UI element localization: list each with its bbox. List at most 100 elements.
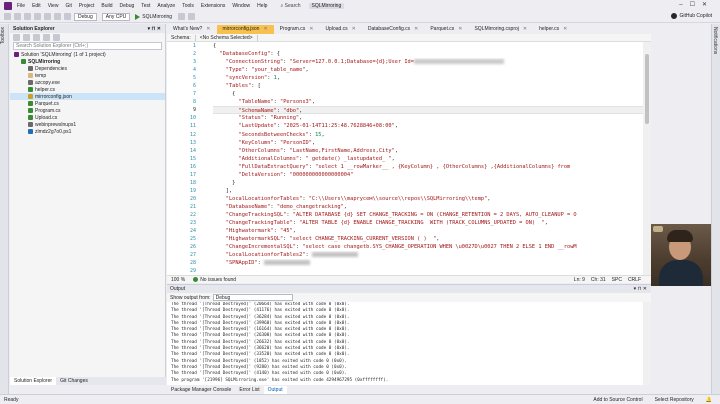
solution-search-input[interactable]: Search Solution Explorer (Ctrl+;) — [13, 42, 162, 50]
visual-studio-logo-icon[interactable] — [4, 1, 12, 10]
document-tab[interactable]: mirrorconfig.json ✕ — [216, 25, 274, 34]
toolbox-tab[interactable]: Toolbox — [0, 24, 6, 47]
save-all-icon[interactable] — [44, 13, 51, 20]
code-line[interactable]: "ChangeIncrementalSQL": "select case cha… — [213, 243, 643, 251]
github-copilot-button[interactable]: GitHub Copilot — [671, 13, 712, 19]
code-line[interactable]: ], — [213, 187, 643, 195]
bell-icon[interactable]: 🔔 — [706, 397, 712, 403]
code-line[interactable]: "HighwatermarkSQL": "select CHANGE_TRACK… — [213, 235, 643, 243]
code-editor[interactable]: 1 2 3 4 5 6 7 8 9 10 11 12 13 14 15 16 17 18 19 20 21 22 23 24 2… — [167, 42, 651, 275]
code-line[interactable]: "Status": "Running", — [213, 114, 643, 122]
editor-scroll-thumb[interactable] — [645, 54, 649, 124]
document-tab[interactable]: SQLMirroring.csproj ✕ — [468, 25, 533, 34]
output-source-dropdown[interactable]: Debug — [212, 294, 293, 301]
close-tab-icon[interactable]: ✕ — [458, 26, 462, 32]
code-line[interactable]: "AdditionalColumns": " getdate() _lastup… — [213, 155, 643, 163]
start-debug-button[interactable]: SQLMirroring — [135, 13, 172, 20]
close-tab-icon[interactable]: ✕ — [563, 26, 567, 32]
menu-item-view[interactable]: View — [48, 3, 59, 9]
code-line[interactable]: "KeyColumn": "PersonID", — [213, 139, 643, 147]
code-line[interactable]: { — [213, 90, 643, 98]
close-tab-icon[interactable]: ✕ — [352, 26, 356, 32]
code-line[interactable]: "Type": "your_table_name", — [213, 66, 643, 74]
editor-vertical-scrollbar[interactable] — [643, 42, 651, 275]
code-line[interactable]: "SPNAppID": — [213, 259, 643, 267]
tab-output[interactable]: Output — [263, 385, 287, 394]
platform-dropdown[interactable]: Any CPU — [101, 12, 131, 21]
tree-item[interactable]: helper.cs — [10, 86, 165, 93]
tree-item[interactable]: azcopy.exe — [10, 79, 165, 86]
home-icon[interactable] — [13, 33, 20, 41]
forward-icon[interactable] — [14, 13, 21, 20]
code-text[interactable]: { "DatabaseConfig": { "ConnectionString"… — [213, 42, 643, 275]
tree-item[interactable]: zlmdz2g7o0.ps1 — [10, 128, 165, 135]
document-tab[interactable]: helper.cs ✕ — [533, 25, 573, 34]
code-line[interactable]: "DatabaseName": "demo_changetracking", — [213, 203, 643, 211]
menu-item-window[interactable]: Window — [232, 3, 250, 9]
code-line[interactable]: "ChangeTrackingTable": "ALTER TABLE {d} … — [213, 219, 643, 227]
code-line[interactable]: "FullDataExtractQuery": "select 1 __rowM… — [213, 163, 643, 171]
issues-status[interactable]: No issues found — [200, 277, 236, 283]
tab-error-list[interactable]: Error List — [235, 386, 263, 394]
redo-icon[interactable] — [64, 13, 71, 20]
code-line[interactable]: "LocalLocationforTables2": — [213, 251, 643, 259]
whitespace-indicator[interactable]: SPC — [612, 277, 622, 283]
menu-item-help[interactable]: Help — [257, 3, 267, 9]
tree-item[interactable]: Parquet.cs — [10, 100, 165, 107]
code-line[interactable]: } — [213, 179, 643, 187]
tree-item[interactable]: temp — [10, 72, 165, 79]
menu-item-extensions[interactable]: Extensions — [201, 3, 225, 9]
code-line[interactable]: "DatabaseConfig": { — [213, 50, 643, 58]
close-tab-icon[interactable]: ✕ — [414, 26, 418, 32]
code-line[interactable]: "OtherColumns": "LastName,FirstName,Addr… — [213, 147, 643, 155]
menu-item-edit[interactable]: Edit — [32, 3, 41, 9]
output-scrollbar[interactable] — [643, 302, 651, 386]
undo-icon[interactable] — [54, 13, 61, 20]
close-tab-icon[interactable]: ✕ — [206, 26, 210, 32]
code-line[interactable]: "TableName": "Persons3", — [213, 98, 643, 106]
sync-icon[interactable] — [23, 33, 30, 41]
code-line[interactable]: "syncVersion": 1, — [213, 74, 643, 82]
tree-item[interactable]: Solution 'SQLMirroring' (1 of 1 project) — [10, 51, 165, 58]
close-tab-icon[interactable]: ✕ — [309, 26, 313, 32]
properties-icon[interactable] — [53, 33, 60, 41]
code-line[interactable]: "ConnectionString": "Server=127.0.0.1;Da… — [213, 58, 643, 66]
code-line[interactable]: "LastUpdate": "2025-01-14T11:25:48.76288… — [213, 122, 643, 130]
document-tab[interactable]: What's New? ✕ — [167, 25, 217, 34]
close-tab-icon[interactable]: ✕ — [523, 26, 527, 32]
menu-item-build[interactable]: Build — [101, 3, 112, 9]
code-line[interactable]: "ChangeTrackingSQL": "ALTER DATABASE {d}… — [213, 211, 643, 219]
new-item-icon[interactable] — [24, 13, 31, 20]
code-line[interactable]: { — [213, 42, 643, 50]
output-pin-close-icons[interactable]: ▾ ⊓ ✕ — [634, 286, 647, 292]
zoom-level[interactable]: 100 % — [171, 277, 185, 283]
configuration-dropdown[interactable]: Debug — [74, 12, 97, 21]
tab-git-changes[interactable]: Git Changes — [56, 377, 92, 385]
menu-item-debug[interactable]: Debug — [120, 3, 135, 9]
add-to-source-control-button[interactable]: Add to Source Control — [593, 397, 642, 403]
document-tab[interactable]: Program.cs ✕ — [274, 25, 320, 34]
menu-item-tools[interactable]: Tools — [182, 3, 194, 9]
tree-item[interactable]: Program.cs — [10, 107, 165, 114]
code-line[interactable]: "SecondsBetweenChecks": 15, — [213, 131, 643, 139]
code-line[interactable]: "LocalLocationforTables": "C:\\Users\\ma… — [213, 195, 643, 203]
back-icon[interactable] — [4, 13, 11, 20]
tree-item[interactable]: webinprewslnups1 — [10, 121, 165, 128]
search-box[interactable]: ⌕ Search — [280, 3, 300, 9]
code-line[interactable] — [213, 267, 643, 275]
tree-item[interactable]: Dependencies — [10, 65, 165, 72]
save-icon[interactable] — [34, 13, 41, 20]
code-line[interactable]: "Tables": [ — [213, 82, 643, 90]
hot-reload-icon[interactable] — [188, 13, 196, 20]
tree-item[interactable]: SQLMirroring — [10, 58, 165, 65]
menu-item-test[interactable]: Test — [141, 3, 150, 9]
collapse-all-icon[interactable] — [33, 33, 40, 41]
window-controls[interactable]: –☐✕ — [679, 1, 714, 8]
output-text[interactable]: The thread '[Thread Destroyed]' (20664) … — [167, 302, 643, 386]
document-tab[interactable]: DatabaseConfig.cs ✕ — [362, 25, 424, 34]
menu-item-project[interactable]: Project — [79, 3, 95, 9]
code-line[interactable]: "DeltaVersion": "000000000000000004" — [213, 171, 643, 179]
menu-item-file[interactable]: File — [17, 3, 25, 9]
notifications-tab[interactable]: Notifications — [712, 24, 718, 57]
menu-item-git[interactable]: Git — [65, 3, 71, 9]
